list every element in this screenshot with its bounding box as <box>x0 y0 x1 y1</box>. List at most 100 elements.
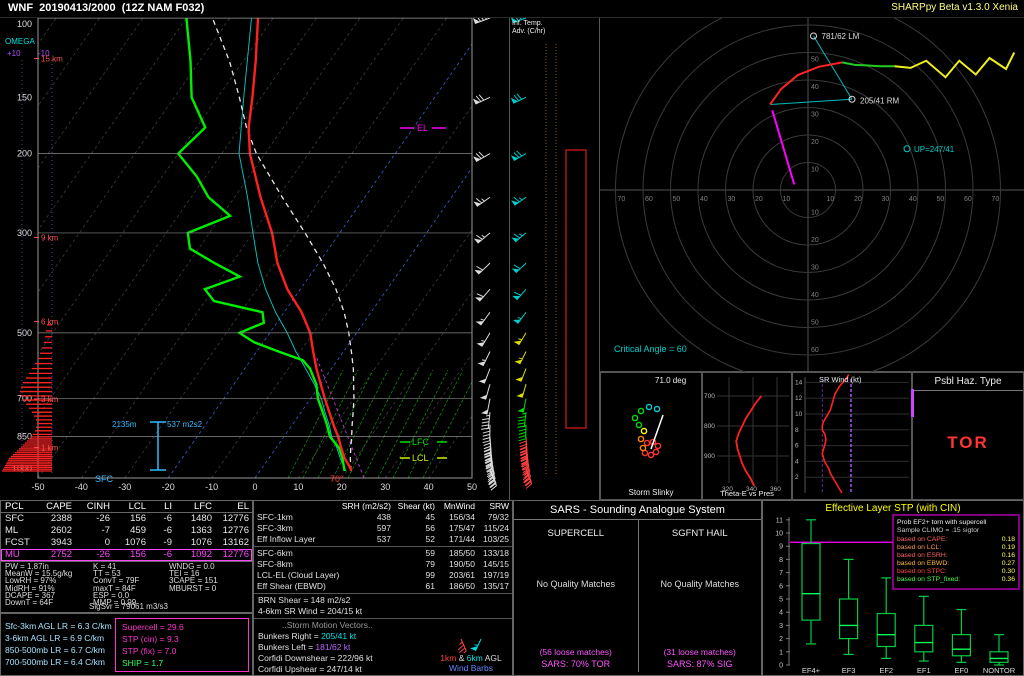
stp-box <box>952 635 970 656</box>
advection-title-line1: Inf. Temp. <box>512 20 543 27</box>
storm-slinky-inset[interactable]: 71.0 deg Storm Slinky <box>600 372 702 500</box>
pcl-cell: -7 <box>77 525 115 537</box>
surface-temp-f-label: 70° <box>330 474 344 484</box>
stp-boxplot-canvas: Effective Layer STP (with CIN)0123456789… <box>763 501 1023 675</box>
hodograph-canvas[interactable]: 1010101020202020303030304040404050505050… <box>600 18 1024 372</box>
thetae-curve <box>736 396 761 486</box>
isotherm-line <box>38 18 360 478</box>
sars-supercell-loose: (56 loose matches) <box>514 647 638 657</box>
pcl-cell: 1076 <box>115 537 151 549</box>
height-agl-label: 3 km <box>41 395 59 404</box>
hodo-ring-label: 20 <box>755 196 763 203</box>
kin-cell: SFC-1km <box>254 512 340 523</box>
pressure-tick-label: 700 <box>17 394 32 404</box>
stp-category-label: EF0 <box>955 666 969 675</box>
temp-tick-label: -50 <box>31 482 44 492</box>
srwind-inset[interactable]: 2468101214 SR Wind (kt) <box>792 372 912 500</box>
stp-legend-subtitle: Sample CLIMO = .15 sigtor <box>897 527 980 534</box>
hazard-type-inset[interactable]: Psbl Haz. Type TOR <box>912 372 1024 500</box>
title-bar: WNF 20190413/2000 (12Z NAM F032) SHARPpy… <box>0 0 1024 18</box>
thetae-inset[interactable]: 320340360700800900 Theta-E vs Pres <box>702 372 792 500</box>
slinky-dot <box>638 408 643 413</box>
sars-panel[interactable]: SARS - Sounding Analogue System SUPERCEL… <box>513 500 762 676</box>
stp-y-tick: 5 <box>779 597 783 604</box>
stp-boxplot-panel[interactable]: Effective Layer STP (with CIN)0123456789… <box>762 500 1024 676</box>
pcl-row: MU2752-26156-6109212776 <box>1 549 252 561</box>
hodo-ring-label: 30 <box>811 265 819 272</box>
mixing-ratio-line <box>348 370 403 478</box>
advection-title-line2: Adv. (C/hr) <box>512 28 545 35</box>
purple-seam-marker <box>911 389 914 417</box>
effective-depth-label: 2135m <box>112 420 137 429</box>
pressure-tick-label: 850 <box>17 432 32 442</box>
srwind-y-tick: 6 <box>795 443 799 450</box>
warm-advection-box <box>566 150 586 428</box>
slinky-dot <box>641 428 646 433</box>
storm-motion-marker <box>904 146 910 152</box>
wind-barb <box>520 352 526 365</box>
hodo-ring-label: 60 <box>964 196 972 203</box>
hodo-ring-label: 10 <box>811 210 819 217</box>
barb-flag <box>514 360 522 364</box>
stp-category-label: EF2 <box>879 666 893 675</box>
temp-tick-label: -10 <box>205 482 218 492</box>
pcl-header-row: PCLCAPECINHLCLLILFCEL <box>1 501 252 513</box>
lfc-marker-label: LFC <box>412 437 430 447</box>
thermo-col3: WNDG = 0.0TEI = 163CAPE = 151MBURST = 0 <box>169 563 218 592</box>
hodo-ring-label: 10 <box>811 167 819 174</box>
kin-cell <box>340 570 394 581</box>
stp-legend-value: 0.16 <box>1002 552 1015 559</box>
pcl-cell: 1480 <box>177 513 217 525</box>
storm-motion-label: Bunkers Right = <box>258 631 321 641</box>
pcl-cell: -6 <box>151 513 177 525</box>
pcl-cell: 459 <box>115 525 151 537</box>
stp-y-tick: 3 <box>779 623 783 630</box>
pressure-tick-label: 500 <box>17 328 32 338</box>
hodo-ring-label: 10 <box>827 196 835 203</box>
kin-cell: 537 <box>340 534 394 545</box>
pcl-cell: -9 <box>151 537 177 549</box>
hodo-ring-label: 20 <box>811 139 819 146</box>
lapse-rate-item: 700-500mb LR = 6.4 C/km <box>5 656 112 668</box>
height-agl-label: 9 km <box>41 233 59 242</box>
barb-flag <box>474 239 482 244</box>
storm-motion-label: 205/41 RM <box>860 96 899 105</box>
srwind-y-tick: 4 <box>795 458 799 465</box>
pcl-cell: 2752 <box>35 549 77 561</box>
wind-barb <box>482 333 490 347</box>
storm-motion-label: Bunkers Left = <box>258 642 315 652</box>
isotherm-line <box>0 18 143 478</box>
skewt-panel[interactable]: 1001502003005007008501000-50-40-30-20-10… <box>0 18 510 500</box>
el-marker-label: EL <box>417 123 428 133</box>
kin-cell: 52 <box>394 534 438 545</box>
pcl-cell: 1076 <box>177 537 217 549</box>
stp-y-tick: 9 <box>779 544 783 551</box>
thetae-canvas: 320340360700800900 <box>703 373 791 499</box>
skewt-canvas[interactable]: 1001502003005007008501000-50-40-30-20-10… <box>0 18 510 500</box>
hodo-ring-label: 70 <box>618 196 626 203</box>
mixing-ratio-line <box>363 370 418 478</box>
lcl-marker-label: LCL <box>412 453 429 463</box>
lapse-rate-item: 850-500mb LR = 6.7 C/km <box>5 644 112 656</box>
storm-motion-label: UP=247/41 <box>914 145 955 154</box>
stp-legend-label: based on STP_fixed: <box>897 576 960 583</box>
pcl-cell: 13162 <box>217 537 254 549</box>
thetae-y-tick: 800 <box>704 423 715 430</box>
wind-barb <box>483 352 490 366</box>
stp-category-label: EF4+ <box>802 666 821 675</box>
kin-cell: LCL-EL (Cloud Layer) <box>254 570 340 581</box>
kin-cell: 186/50 <box>438 581 478 592</box>
barb-legend-part: AGL <box>483 653 502 663</box>
composite-index-item: Supercell = 29.6 <box>122 621 248 633</box>
stp-y-tick: 10 <box>775 531 783 538</box>
sars-hail-header: SGFNT HAIL <box>639 528 762 539</box>
thetae-title: Theta-E vs Pres <box>703 489 791 498</box>
hodograph-panel[interactable]: 1010101020202020303030304040404050505050… <box>600 18 1024 372</box>
composite-indices-box: Supercell = 29.6STP (cin) = 9.3STP (fix)… <box>115 618 249 672</box>
stp-box <box>877 614 895 647</box>
kin-cell: 59 <box>394 548 438 559</box>
barb-flag <box>517 408 524 413</box>
storm-motion-value: 181/62 kt <box>315 642 350 652</box>
stp-title: Effective Layer STP (with CIN) <box>825 503 960 514</box>
parcel-table-panel[interactable]: PCLCAPECINHLCLLILFCELSFC2388-26156-61480… <box>0 500 253 561</box>
